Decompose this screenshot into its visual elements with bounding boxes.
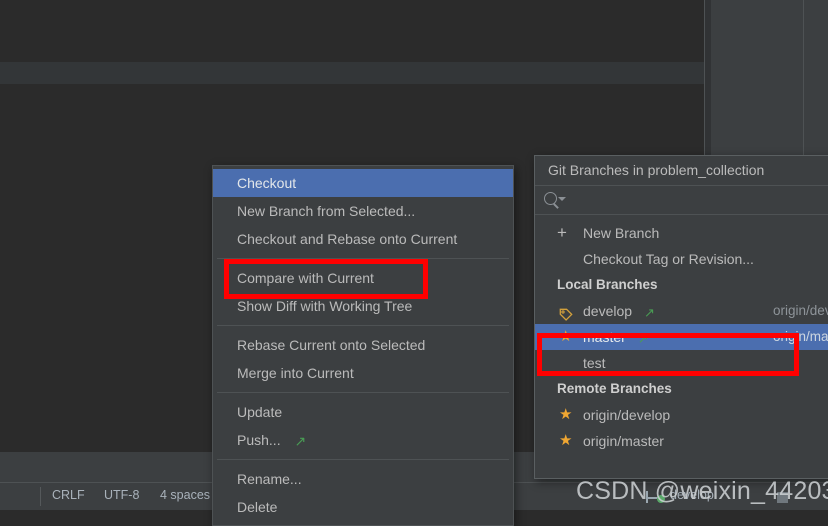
menu-item-compare-with-current[interactable]: Compare with Current bbox=[213, 264, 513, 292]
git-branches-title: Git Branches in problem_collection bbox=[535, 156, 828, 186]
star-icon: ★ bbox=[559, 328, 573, 345]
menu-separator bbox=[217, 325, 509, 326]
branch-row-develop[interactable]: develop ↗ origin/develop bbox=[535, 298, 828, 324]
menu-item-rebase-current-onto-selected[interactable]: Rebase Current onto Selected bbox=[213, 331, 513, 359]
status-current-branch[interactable]: develop bbox=[670, 488, 714, 502]
branch-label: origin/develop bbox=[583, 407, 671, 423]
branch-row-test[interactable]: test bbox=[535, 350, 828, 376]
plus-icon: + bbox=[557, 223, 567, 242]
branch-context-menu[interactable]: Checkout New Branch from Selected... Che… bbox=[212, 165, 514, 526]
menu-item-show-diff-with-working-tree[interactable]: Show Diff with Working Tree bbox=[213, 292, 513, 320]
menu-item-checkout[interactable]: Checkout bbox=[213, 169, 513, 197]
share-arrow-icon: ↗ bbox=[294, 433, 307, 449]
section-header-remote-branches: Remote Branches bbox=[557, 381, 672, 396]
lock-icon[interactable] bbox=[777, 492, 788, 503]
menu-item-label: Checkout and Rebase onto Current bbox=[237, 231, 458, 247]
menu-item-label: Checkout bbox=[237, 175, 297, 191]
status-encoding[interactable]: UTF-8 bbox=[104, 488, 139, 502]
menu-item-label: Rebase Current onto Selected bbox=[237, 337, 426, 353]
branch-label: develop bbox=[583, 303, 633, 319]
menu-separator bbox=[217, 392, 509, 393]
status-indent[interactable]: 4 spaces bbox=[160, 488, 210, 502]
branch-row-master[interactable]: ★ master ↗ origin/master bbox=[535, 324, 828, 350]
menu-item-label: Delete bbox=[237, 499, 278, 515]
list-item-label: New Branch bbox=[583, 225, 660, 241]
section-header-local-branches: Local Branches bbox=[557, 277, 658, 292]
branch-search-field[interactable] bbox=[535, 186, 828, 215]
menu-item-label: Push... bbox=[237, 432, 281, 448]
chevron-down-icon[interactable] bbox=[558, 197, 566, 201]
menu-item-label: Update bbox=[237, 404, 283, 420]
menu-item-label: Show Diff with Working Tree bbox=[237, 298, 413, 314]
branch-label: test bbox=[583, 355, 606, 371]
search-icon-handle bbox=[553, 203, 559, 209]
branch-list: + New Branch Checkout Tag or Revision...… bbox=[535, 215, 828, 454]
tag-icon bbox=[559, 304, 573, 321]
menu-item-label: Compare with Current bbox=[237, 270, 374, 286]
git-branches-popup[interactable]: Git Branches in problem_collection + New… bbox=[534, 155, 828, 479]
menu-item-merge-into-current[interactable]: Merge into Current bbox=[213, 359, 513, 387]
menu-item-rename[interactable]: Rename... bbox=[213, 465, 513, 493]
branch-tracking-label: origin/develop bbox=[772, 303, 828, 318]
menu-separator bbox=[217, 459, 509, 460]
menu-item-checkout-and-rebase-onto-current[interactable]: Checkout and Rebase onto Current bbox=[213, 225, 513, 253]
list-item-label: Checkout Tag or Revision... bbox=[583, 251, 754, 267]
branch-row-origin-develop[interactable]: ★ origin/develop bbox=[535, 402, 828, 428]
status-divider-1 bbox=[40, 487, 41, 506]
star-icon: ★ bbox=[559, 432, 573, 449]
status-line-separator[interactable]: CRLF bbox=[52, 488, 85, 502]
branch-label: master bbox=[583, 329, 626, 345]
menu-item-label: New Branch from Selected... bbox=[237, 203, 416, 219]
menu-item-new-branch-from-selected[interactable]: New Branch from Selected... bbox=[213, 197, 513, 225]
branch-label: origin/master bbox=[583, 433, 664, 449]
menu-item-push[interactable]: Push... ↗ bbox=[213, 426, 513, 454]
branch-tracking-label: origin/master bbox=[772, 329, 828, 344]
list-item-checkout-tag-or-revision[interactable]: Checkout Tag or Revision... bbox=[535, 246, 828, 272]
list-item-new-branch[interactable]: + New Branch bbox=[535, 220, 828, 246]
menu-item-label: Rename... bbox=[237, 471, 302, 487]
menu-separator bbox=[217, 258, 509, 259]
sync-arrow-icon: ↗ bbox=[643, 305, 655, 320]
sync-arrow-icon: ↗ bbox=[637, 331, 649, 346]
menu-item-delete[interactable]: Delete bbox=[213, 493, 513, 521]
branch-row-origin-master[interactable]: ★ origin/master bbox=[535, 428, 828, 454]
git-branch-icon-dot bbox=[657, 495, 665, 503]
editor-tab-strip bbox=[0, 62, 704, 84]
menu-item-label: Merge into Current bbox=[237, 365, 354, 381]
menu-item-update[interactable]: Update bbox=[213, 398, 513, 426]
star-icon: ★ bbox=[559, 406, 573, 423]
